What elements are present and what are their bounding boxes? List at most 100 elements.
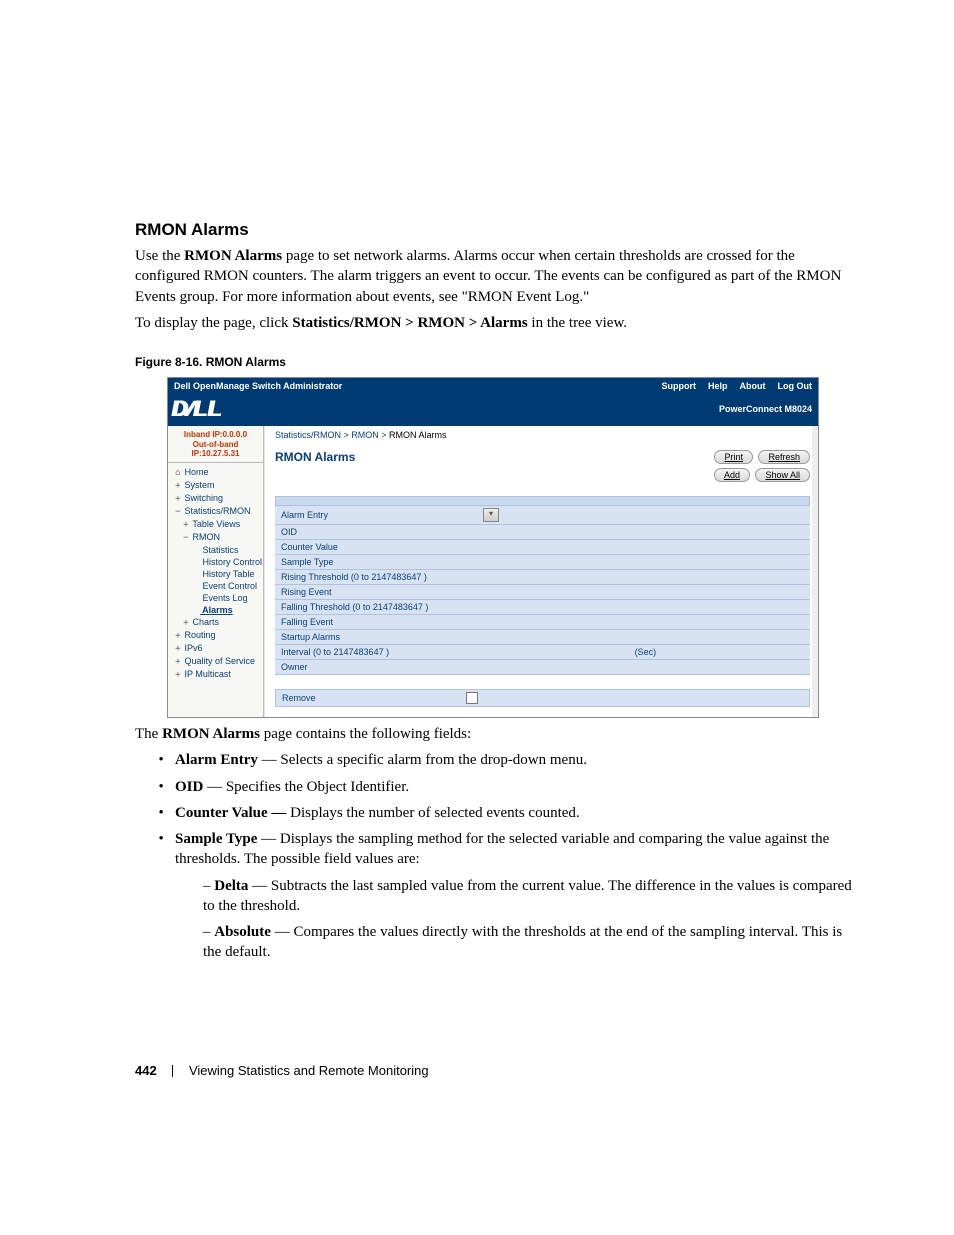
remove-checkbox[interactable] [466, 692, 478, 704]
tree-item[interactable]: + Table Views [168, 518, 263, 531]
tree-item[interactable]: + Quality of Service [168, 655, 263, 668]
tree-glyph-icon: + [182, 520, 190, 530]
tree-item-label: History Control [200, 557, 262, 567]
tree-item-label: Quality of Service [182, 656, 255, 666]
form-row-control [477, 525, 629, 540]
field-desc: — Selects a specific alarm from the drop… [258, 752, 587, 768]
device-model: PowerConnect M8024 [719, 404, 812, 414]
form-row-control [477, 555, 629, 570]
tree-item-label: Statistics/RMON [182, 506, 251, 516]
text-bold: RMON Alarms [184, 248, 282, 264]
screenshot-dell-admin: Dell OpenManage Switch Administrator Sup… [167, 377, 819, 718]
form-row-control [477, 570, 629, 585]
scrollbar-hint [812, 426, 818, 717]
form-row-label: Sample Type [275, 555, 477, 570]
top-link-about[interactable]: About [740, 381, 766, 391]
tree-glyph-icon: + [174, 631, 182, 641]
tree-item[interactable]: History Table [168, 568, 263, 580]
top-link-help[interactable]: Help [708, 381, 728, 391]
form-row-unit [629, 660, 810, 675]
form-row-label: Falling Event [275, 615, 477, 630]
field-item: Alarm Entry — Selects a specific alarm f… [175, 750, 859, 770]
tree-item-label: Switching [182, 493, 223, 503]
tree-item[interactable]: + IP Multicast [168, 668, 263, 681]
form-row: Falling Event [275, 615, 810, 630]
intro-para-2: To display the page, click Statistics/RM… [135, 313, 859, 333]
form-row: Falling Threshold (0 to 2147483647 ) [275, 600, 810, 615]
field-list: Alarm Entry — Selects a specific alarm f… [135, 750, 859, 962]
top-link-support[interactable]: Support [661, 381, 696, 391]
tree-item[interactable]: History Control [168, 556, 263, 568]
tree-glyph-icon: + [174, 644, 182, 654]
field-subitem: Absolute — Compares the values directly … [203, 922, 859, 963]
form-row-unit [629, 630, 810, 645]
top-link-logout[interactable]: Log Out [778, 381, 813, 391]
subfield-name: Delta [214, 878, 248, 894]
alarm-form-table: Alarm Entry ▾ OIDCounter ValueSample Type R… [275, 505, 810, 675]
text: page contains the following fields: [260, 726, 471, 742]
tree-item[interactable]: Events Log [168, 592, 263, 604]
print-button[interactable]: Print [714, 450, 753, 464]
crumb-1[interactable]: Statistics/RMON [275, 430, 341, 440]
breadcrumb: Statistics/RMON > RMON > RMON Alarms [275, 430, 810, 440]
form-row-label: Falling Threshold (0 to 2147483647 ) [275, 600, 477, 615]
form-row-control [477, 585, 629, 600]
form-band-top [275, 496, 810, 505]
field-desc: Displays the number of selected events c… [290, 805, 580, 821]
remove-row: Remove [275, 689, 810, 707]
tree-item[interactable]: + System [168, 479, 263, 492]
tree-item[interactable]: Alarms [168, 604, 263, 616]
tree-item[interactable]: + Switching [168, 492, 263, 505]
tree-glyph-icon: + [182, 618, 190, 628]
field-name: Sample Type [175, 831, 257, 847]
form-row-label: Alarm Entry [275, 506, 477, 525]
form-row-unit: (Sec) [629, 645, 810, 660]
outofband-ip: Out-of-band IP:10.27.5.31 [168, 440, 263, 459]
form-row-unit [629, 525, 810, 540]
panel-buttons: Print Refresh Add Show All [711, 450, 810, 486]
nav-sidebar: Inband IP:0.0.0.0 Out-of-band IP:10.27.5… [168, 426, 264, 717]
tree-item[interactable]: − RMON [168, 531, 263, 544]
tree-item[interactable]: + IPv6 [168, 642, 263, 655]
form-row: OID [275, 525, 810, 540]
tree-glyph-icon: + [174, 481, 182, 491]
tree-item-label: Routing [182, 630, 216, 640]
showall-button[interactable]: Show All [755, 468, 810, 482]
remove-label: Remove [282, 693, 466, 703]
tree-glyph-icon: + [174, 670, 182, 680]
tree-item[interactable]: + Routing [168, 629, 263, 642]
tree-glyph-icon: − [182, 533, 190, 543]
form-row-label: Interval (0 to 2147483647 ) [275, 645, 477, 660]
tree-item-label: Event Control [200, 581, 257, 591]
brand-row: D∕LL PowerConnect M8024 [168, 394, 818, 426]
text: in the tree view. [528, 315, 627, 331]
tree-item[interactable]: + Charts [168, 616, 263, 629]
form-row-unit [629, 540, 810, 555]
tree-item-label: System [182, 480, 215, 490]
form-row: Counter Value [275, 540, 810, 555]
add-button[interactable]: Add [714, 468, 750, 482]
field-item: Sample Type — Displays the sampling meth… [175, 829, 859, 963]
app-titlebar: Dell OpenManage Switch Administrator Sup… [168, 378, 818, 394]
tree-item[interactable]: − Statistics/RMON [168, 505, 263, 518]
tree-item[interactable]: Event Control [168, 580, 263, 592]
tree-item[interactable]: Statistics [168, 544, 263, 556]
tree-item-label: Table Views [190, 519, 240, 529]
tree-glyph-icon: − [174, 507, 182, 517]
form-row-control [477, 600, 629, 615]
intro-para-1: Use the RMON Alarms page to set network … [135, 246, 859, 307]
refresh-button[interactable]: Refresh [758, 450, 810, 464]
panel-title: RMON Alarms [275, 450, 355, 464]
dropdown-icon[interactable]: ▾ [483, 508, 499, 522]
text-bold: RMON Alarms [162, 726, 260, 742]
subfield-desc: — Subtracts the last sampled value from … [203, 878, 852, 914]
form-row-control[interactable]: ▾ [477, 506, 629, 525]
form-row-unit [629, 600, 810, 615]
crumb-2[interactable]: RMON [351, 430, 379, 440]
tree-item[interactable]: ⌂ Home [168, 466, 263, 479]
form-row-unit [629, 506, 810, 525]
tree-glyph-icon: + [174, 657, 182, 667]
crumb-3: RMON Alarms [389, 430, 447, 440]
form-row-label: Rising Event [275, 585, 477, 600]
tree-item-label: IPv6 [182, 643, 203, 653]
